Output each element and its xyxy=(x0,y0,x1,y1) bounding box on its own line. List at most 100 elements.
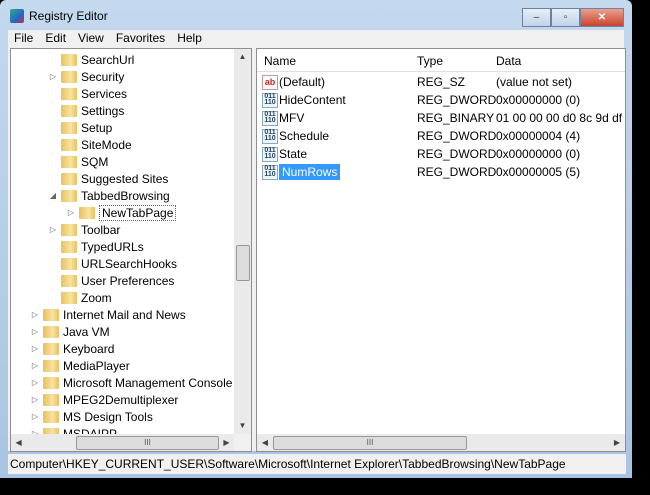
value-row[interactable]: ab (Default) REG_SZ (value not set) xyxy=(257,73,625,91)
folder-icon xyxy=(43,325,59,338)
value-name: Schedule xyxy=(279,129,330,143)
menu-view[interactable]: View xyxy=(72,30,110,46)
folder-icon xyxy=(61,138,77,151)
menu-favorites[interactable]: Favorites xyxy=(110,30,171,46)
expander-icon[interactable]: ▷ xyxy=(31,310,39,319)
expander-icon[interactable]: ▷ xyxy=(49,72,57,81)
binary-value-icon: 011 110 xyxy=(262,146,278,162)
client-area: SearchUrl ▷ Security Services Settings Setup S… xyxy=(8,46,626,452)
tree-hscroll-thumb[interactable]: III xyxy=(76,435,219,450)
expander-icon[interactable]: ▷ xyxy=(31,395,39,404)
tree-item[interactable]: ▷ MS Design Tools xyxy=(31,408,153,425)
tree-item[interactable]: SQM xyxy=(49,153,108,170)
menu-edit[interactable]: Edit xyxy=(39,30,72,46)
folder-icon xyxy=(61,240,77,253)
tree-item[interactable]: SearchUrl xyxy=(49,51,134,68)
tree-item[interactable]: User Preferences xyxy=(49,272,174,289)
value-row[interactable]: 011 110 Schedule REG_DWORD 0x00000004 (4) xyxy=(257,127,625,145)
tree-scroll-thumb[interactable] xyxy=(236,245,250,281)
tree-item[interactable]: ▷ Internet Mail and News xyxy=(31,306,186,323)
value-type: REG_DWORD xyxy=(417,129,497,143)
tree-item-label: Services xyxy=(81,86,128,101)
tree-item[interactable]: Suggested Sites xyxy=(49,170,168,187)
minimize-button[interactable]: – xyxy=(522,8,551,27)
expander-icon[interactable]: ▷ xyxy=(49,225,57,234)
tree-item[interactable]: Setup xyxy=(49,119,112,136)
tree-item-label: MPEG2Demultiplexer xyxy=(63,392,179,407)
tree-item[interactable]: ▷ Security xyxy=(49,68,124,85)
close-button[interactable]: ✕ xyxy=(580,8,624,27)
folder-icon xyxy=(61,291,77,304)
status-bar: Computer\HKEY_CURRENT_USER\Software\Micr… xyxy=(8,454,626,474)
tree-item-label: Toolbar xyxy=(81,222,121,237)
tree-item-label: Microsoft Management Console xyxy=(63,375,233,390)
tree-item[interactable]: TypedURLs xyxy=(49,238,144,255)
value-type: REG_BINARY xyxy=(417,111,495,125)
tree-item[interactable]: ▷ Microsoft Management Console xyxy=(31,374,233,391)
tree-horizontal-scrollbar[interactable]: ◀ III ▶ xyxy=(11,434,234,451)
folder-icon xyxy=(61,189,77,202)
tree-item[interactable]: ▷ Java VM xyxy=(31,323,110,340)
scroll-up-arrow[interactable]: ▲ xyxy=(234,49,251,65)
tree-item[interactable]: SiteMode xyxy=(49,136,132,153)
scroll-left-arrow[interactable]: ◀ xyxy=(257,438,273,447)
expander-icon[interactable]: ▷ xyxy=(31,344,39,353)
tree-item-label: Internet Mail and News xyxy=(63,307,186,322)
folder-icon xyxy=(61,223,77,236)
tree-item[interactable]: ▷ NewTabPage xyxy=(67,204,177,221)
expander-icon[interactable]: ▷ xyxy=(31,378,39,387)
tree-item[interactable]: ▷ MPEG2Demultiplexer xyxy=(31,391,178,408)
value-type: REG_DWORD xyxy=(417,93,497,107)
tree-item-label: URLSearchHooks xyxy=(81,256,178,271)
expander-icon[interactable]: ◢ xyxy=(49,191,57,200)
maximize-button[interactable]: ▫ xyxy=(551,8,580,27)
menu-file[interactable]: File xyxy=(8,30,39,46)
folder-icon xyxy=(43,342,59,355)
value-type: REG_SZ xyxy=(417,75,466,89)
tree-item[interactable]: Settings xyxy=(49,102,124,119)
tree-item[interactable]: ▷ Keyboard xyxy=(31,340,114,357)
binary-value-icon: 011 110 xyxy=(262,128,278,144)
scroll-right-arrow[interactable]: ▶ xyxy=(219,438,234,447)
scroll-down-arrow[interactable]: ▼ xyxy=(234,418,251,434)
column-type[interactable]: Type xyxy=(417,54,443,68)
value-row[interactable]: 011 110 NumRows REG_DWORD 0x00000005 (5) xyxy=(257,163,625,181)
tree-item-label: MediaPlayer xyxy=(63,358,130,373)
tree-vertical-scrollbar[interactable]: ▲ ▼ xyxy=(234,49,251,434)
value-name: State xyxy=(279,147,308,161)
folder-icon xyxy=(43,393,59,406)
value-row[interactable]: 011 110 MFV REG_BINARY 01 00 00 00 d0 8c 9d… xyxy=(257,109,625,127)
value-type: REG_DWORD xyxy=(417,147,497,161)
tree-item[interactable]: ▷ Toolbar xyxy=(49,221,120,238)
registry-editor-icon xyxy=(10,9,24,23)
value-row[interactable]: 011 110 State REG_DWORD 0x00000000 (0) xyxy=(257,145,625,163)
column-name[interactable]: Name xyxy=(264,54,296,68)
tree-item[interactable]: Services xyxy=(49,85,127,102)
folder-icon xyxy=(61,70,77,83)
menu-help[interactable]: Help xyxy=(171,30,208,46)
tree-item[interactable]: Zoom xyxy=(49,289,112,306)
tree-item[interactable]: URLSearchHooks xyxy=(49,255,177,272)
scroll-right-arrow[interactable]: ▶ xyxy=(609,438,625,447)
expander-icon[interactable]: ▷ xyxy=(31,361,39,370)
folder-icon xyxy=(61,257,77,270)
value-type: REG_DWORD xyxy=(417,165,497,179)
column-data[interactable]: Data xyxy=(496,54,521,68)
tree-item[interactable]: ◢ TabbedBrowsing xyxy=(49,187,170,204)
tree-item-label: User Preferences xyxy=(81,273,175,288)
expander-icon[interactable]: ▷ xyxy=(67,208,75,217)
scroll-left-arrow[interactable]: ◀ xyxy=(11,438,26,447)
value-data: 0x00000000 (0) xyxy=(496,93,581,107)
expander-icon[interactable]: ▷ xyxy=(31,412,39,421)
values-list: Name Type Data ab (Default) REG_SZ (value n… xyxy=(256,48,626,452)
folder-icon xyxy=(61,121,77,134)
value-row[interactable]: 011 110 HideContent REG_DWORD 0x00000000 (0… xyxy=(257,91,625,109)
string-value-icon: ab xyxy=(262,74,278,90)
title-bar: Registry Editor xyxy=(10,6,108,26)
value-data: 01 00 00 00 d0 8c 9d df 01 xyxy=(496,111,626,125)
list-horizontal-scrollbar[interactable]: ◀ III ▶ xyxy=(257,434,625,451)
list-hscroll-thumb[interactable]: III xyxy=(273,435,467,450)
value-name: NumRows xyxy=(279,164,341,180)
expander-icon[interactable]: ▷ xyxy=(31,327,39,336)
tree-item[interactable]: ▷ MediaPlayer xyxy=(31,357,130,374)
